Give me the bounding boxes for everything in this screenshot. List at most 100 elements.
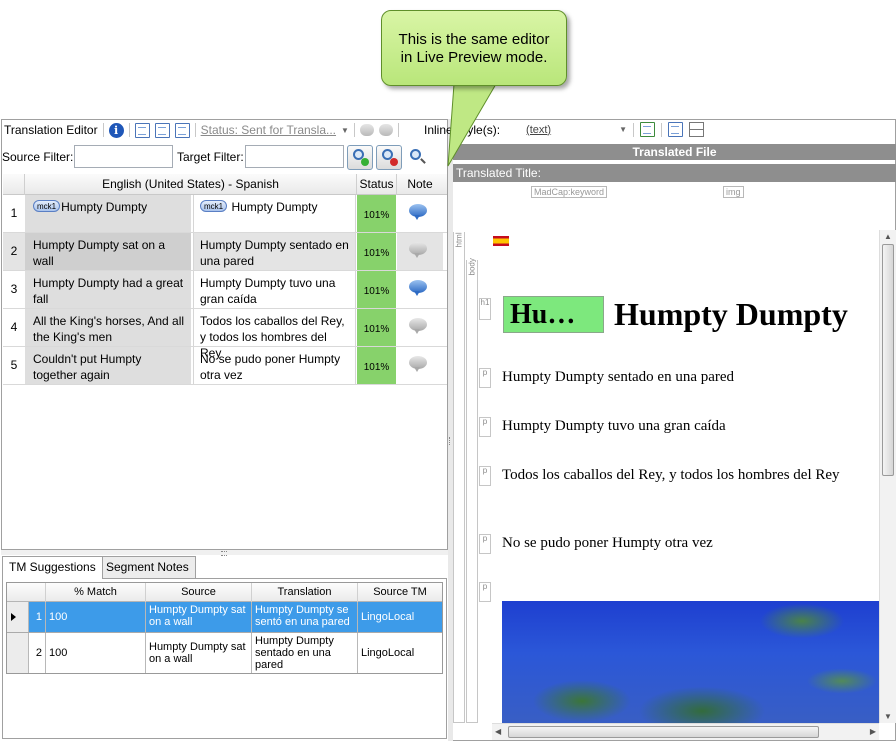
- segment-row[interactable]: 4 All the King's horses, And all the Kin…: [3, 309, 447, 360]
- scrollbar-thumb[interactable]: [882, 244, 894, 476]
- green-dot-icon: [361, 158, 369, 166]
- segment-note[interactable]: [397, 347, 443, 384]
- h1-tag-marker[interactable]: h1: [479, 298, 491, 320]
- source-filter-label: Source Filter:: [2, 150, 74, 164]
- segment-status: 101%: [357, 271, 396, 308]
- row-selector[interactable]: [7, 633, 29, 673]
- row-selector[interactable]: [7, 602, 29, 632]
- toolbar-separator: [128, 123, 130, 137]
- segment-note[interactable]: [397, 195, 443, 232]
- preview-horizontal-scrollbar[interactable]: ◀ ▶: [492, 723, 879, 740]
- status-dropdown[interactable]: Status: Sent for Transla...: [201, 123, 336, 137]
- segment-note[interactable]: [397, 233, 443, 270]
- source-filter-input[interactable]: [74, 145, 173, 168]
- paragraph[interactable]: Humpty Dumpty sentado en una pared: [502, 368, 842, 387]
- segment-target[interactable]: No se pudo poner Humpty otra vez: [193, 347, 356, 384]
- segment-source: mck1 Humpty Dumpty: [25, 195, 191, 232]
- tab-segment-notes[interactable]: Segment Notes: [99, 556, 196, 578]
- segment-row[interactable]: 5 Couldn't put Humpty together again No …: [3, 347, 447, 385]
- p-tag-marker[interactable]: p: [479, 417, 491, 437]
- toolbar-separator: [661, 122, 663, 137]
- preview-page-icon[interactable]: [668, 122, 684, 137]
- heading-text[interactable]: Humpty Dumpty: [614, 296, 848, 333]
- table-layout-icon[interactable]: [689, 122, 705, 137]
- segment-target[interactable]: Humpty Dumpty tuvo una gran caída: [193, 271, 356, 308]
- p-tag-marker[interactable]: p: [479, 466, 491, 486]
- blue-note-bubble-icon: [409, 280, 427, 296]
- toggle-on-icon[interactable]: [378, 124, 393, 136]
- toggle-off-icon[interactable]: [359, 124, 374, 136]
- target-filter-input[interactable]: [245, 145, 344, 168]
- grey-note-bubble-icon: [409, 356, 427, 372]
- segment-target[interactable]: mck1 Humpty Dumpty: [193, 195, 356, 232]
- html-tag-marker[interactable]: html: [453, 232, 465, 723]
- keyword-marker[interactable]: Hu…: [503, 296, 604, 333]
- tab-tm-suggestions[interactable]: TM Suggestions: [2, 556, 103, 579]
- p-tag-marker[interactable]: p: [479, 582, 491, 602]
- tm-row[interactable]: 2 100 Humpty Dumpty sat on a wall Humpty…: [7, 633, 442, 673]
- p-tag-marker[interactable]: p: [479, 534, 491, 554]
- p-tag-marker[interactable]: p: [479, 368, 491, 388]
- scroll-down-icon[interactable]: ▼: [884, 712, 892, 721]
- segment-number: 4: [10, 320, 18, 334]
- callout-note: This is the same editor in Live Preview …: [381, 10, 567, 86]
- tm-translation: Humpty Dumpty se sentó en una pared: [252, 602, 358, 632]
- segment-source: Humpty Dumpty had a great fall: [25, 271, 191, 308]
- filter-bar: Source Filter: Target Filter:: [2, 145, 448, 170]
- chevron-down-icon[interactable]: ▼: [341, 126, 349, 135]
- add-document-icon[interactable]: [174, 122, 190, 138]
- grid-header-num: [3, 174, 25, 195]
- segment-row[interactable]: 2 Humpty Dumpty sat on a wall Humpty Dum…: [3, 233, 447, 271]
- grid-header-language[interactable]: English (United States) - Spanish: [25, 174, 357, 195]
- export-icon[interactable]: [134, 122, 150, 138]
- segment-source: Couldn't put Humpty together again: [25, 347, 191, 384]
- mck1-tag: mck1: [200, 200, 228, 212]
- tm-header-source-tm[interactable]: Source TM: [358, 583, 442, 602]
- paragraph[interactable]: Todos los caballos del Rey, y todos los …: [502, 466, 842, 485]
- callout-text-line: in Live Preview mode.: [400, 49, 548, 66]
- target-filter-label: Target Filter:: [177, 150, 244, 164]
- toolbar-separator: [353, 123, 355, 137]
- info-icon[interactable]: i: [108, 122, 124, 138]
- segment-row[interactable]: 3 Humpty Dumpty had a great fall Humpty …: [3, 271, 447, 309]
- body-tag-marker[interactable]: body: [466, 258, 478, 723]
- upload-icon[interactable]: [154, 122, 170, 138]
- apply-filter-button[interactable]: [347, 145, 373, 170]
- tm-row-number: 2: [29, 633, 46, 673]
- tm-row[interactable]: 1 100 Humpty Dumpty sat on a wall Humpty…: [7, 602, 442, 633]
- grid-header-note[interactable]: Note: [397, 174, 443, 195]
- segment-number: 2: [3, 233, 25, 270]
- toolbar-separator: [102, 123, 104, 137]
- tm-header-source[interactable]: Source: [146, 583, 252, 602]
- horizontal-splitter[interactable]: [1, 550, 448, 556]
- segment-status: 101%: [357, 195, 396, 232]
- tm-header-match[interactable]: % Match: [46, 583, 146, 602]
- segment-status: 101%: [357, 347, 396, 384]
- preview-vertical-scrollbar[interactable]: ▲ ▼: [879, 230, 896, 723]
- mck1-tag: mck1: [33, 200, 61, 212]
- chevron-down-icon[interactable]: ▼: [619, 125, 627, 134]
- tm-source: Humpty Dumpty sat on a wall: [146, 633, 252, 673]
- find-button[interactable]: [407, 147, 427, 167]
- clear-filter-button[interactable]: [376, 145, 402, 170]
- segment-target[interactable]: Todos los caballos del Rey, y todos los …: [193, 309, 356, 360]
- paragraph[interactable]: Humpty Dumpty tuvo una gran caída: [502, 417, 842, 436]
- tm-header-translation[interactable]: Translation: [252, 583, 358, 602]
- segment-row[interactable]: 1 mck1 Humpty Dumpty mck1 Humpty Dumpty 1…: [3, 195, 447, 233]
- preview-canvas[interactable]: html body h1 Hu… Humpty Dumpty p Humpty …: [453, 230, 879, 723]
- img-chip: img: [723, 186, 744, 198]
- segment-target[interactable]: Humpty Dumpty sentado en una pared: [193, 233, 356, 270]
- scroll-right-icon[interactable]: ▶: [870, 727, 876, 736]
- segment-note[interactable]: [397, 309, 443, 346]
- callout-pointer: [447, 80, 497, 167]
- segment-note[interactable]: [397, 271, 443, 308]
- toolbar-separator: [194, 123, 196, 137]
- segment-source: All the King's horses, And all the King'…: [25, 309, 191, 346]
- grid-header-status[interactable]: Status: [357, 174, 397, 195]
- insert-tag-icon[interactable]: [640, 122, 656, 137]
- scroll-up-icon[interactable]: ▲: [884, 232, 892, 241]
- paragraph[interactable]: No se pudo poner Humpty otra vez: [502, 534, 842, 553]
- scroll-left-icon[interactable]: ◀: [495, 727, 501, 736]
- segment-number: 3: [10, 282, 18, 296]
- scrollbar-thumb[interactable]: [508, 726, 819, 738]
